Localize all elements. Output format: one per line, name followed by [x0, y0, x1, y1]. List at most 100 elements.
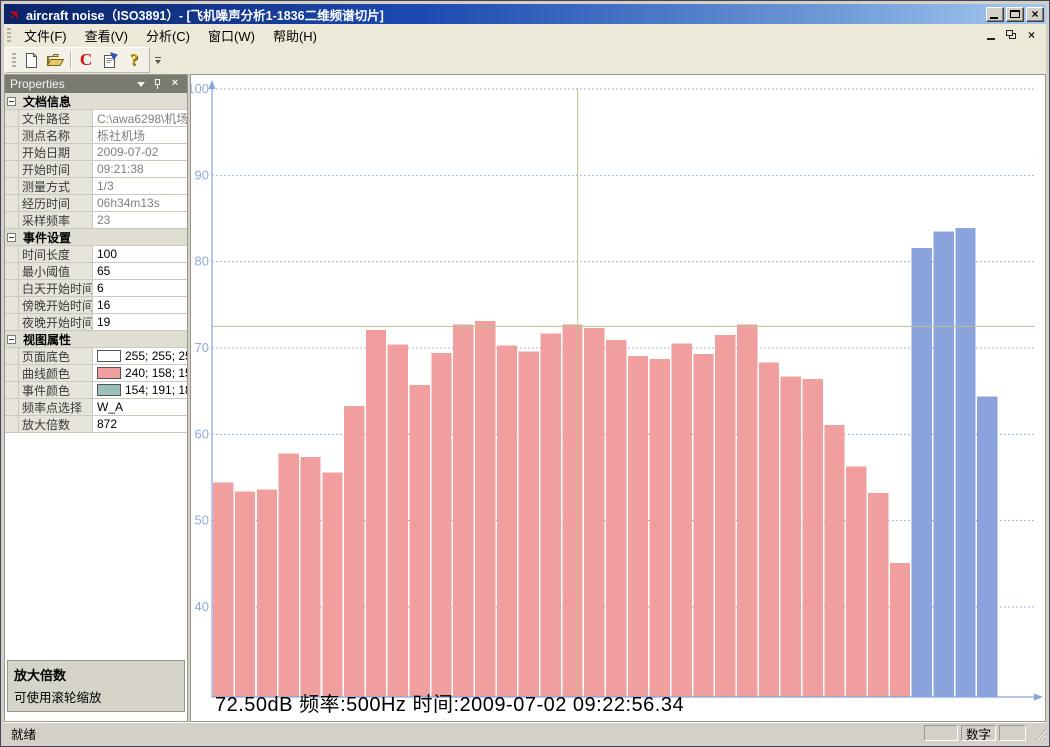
property-value[interactable]: 872	[93, 416, 187, 432]
spectrum-bar[interactable]	[868, 493, 888, 697]
event-bar[interactable]	[912, 248, 932, 697]
property-value[interactable]: 240; 158; 158	[93, 365, 187, 381]
open-file-button[interactable]	[43, 49, 67, 71]
panel-menu-button[interactable]	[134, 78, 148, 90]
spectrum-bar[interactable]	[781, 377, 801, 698]
color-swatch[interactable]	[97, 384, 121, 396]
menu-item-3[interactable]: 窗口(W)	[199, 24, 264, 47]
spectrum-bar[interactable]	[759, 363, 779, 697]
row-gutter	[5, 246, 19, 262]
property-label: 频率点选择	[19, 399, 93, 415]
close-icon: ×	[1027, 7, 1043, 22]
menu-item-2[interactable]: 分析(C)	[137, 24, 199, 47]
spectrum-bar[interactable]	[257, 490, 277, 697]
property-value[interactable]: 2009-07-02	[93, 144, 187, 160]
property-section-header[interactable]: 视图属性	[5, 331, 187, 348]
property-value[interactable]: 16	[93, 297, 187, 313]
property-value[interactable]: 100	[93, 246, 187, 262]
spectrum-bar[interactable]	[300, 457, 320, 697]
spectrum-bar[interactable]	[410, 385, 430, 697]
spectrum-bar[interactable]	[650, 359, 670, 697]
new-document-button[interactable]	[19, 49, 43, 71]
property-value[interactable]: W_A	[93, 399, 187, 415]
spectrum-bar[interactable]	[344, 406, 364, 697]
property-value[interactable]: C:\awa6298\机场	[93, 110, 187, 126]
property-value[interactable]: 1/3	[93, 178, 187, 194]
property-value[interactable]: 154; 191; 185	[93, 382, 187, 398]
maximize-button[interactable]	[1006, 7, 1024, 22]
spectrum-bar[interactable]	[519, 352, 539, 698]
spectrum-bar[interactable]	[388, 345, 408, 697]
menu-item-0[interactable]: 文件(F)	[15, 24, 76, 47]
spectrum-bar[interactable]	[606, 340, 626, 697]
panel-close-button[interactable]: ×	[168, 78, 182, 90]
spectrum-bar[interactable]	[562, 325, 582, 697]
spectrum-bar[interactable]	[475, 321, 495, 697]
collapse-minus-icon[interactable]	[7, 97, 16, 106]
property-value[interactable]: 255; 255; 255	[93, 348, 187, 364]
spectrum-bar[interactable]	[366, 330, 386, 697]
mdi-restore-button[interactable]	[1003, 28, 1020, 43]
property-value-text: 1/3	[97, 179, 114, 193]
status-panels: 数字	[921, 725, 1026, 741]
property-value[interactable]: 6	[93, 280, 187, 296]
toolbar-grip-handle[interactable]	[12, 53, 16, 68]
property-value[interactable]: 23	[93, 212, 187, 228]
mdi-minimize-button[interactable]	[983, 28, 1000, 43]
spectrum-bar[interactable]	[213, 483, 233, 697]
properties-button[interactable]	[98, 49, 122, 71]
spectrum-bar[interactable]	[584, 328, 604, 697]
spectrum-bar[interactable]	[322, 472, 342, 697]
property-section-header[interactable]: 事件设置	[5, 229, 187, 246]
help-button[interactable]: ?	[122, 49, 146, 71]
spectrum-bar[interactable]	[737, 325, 757, 697]
row-gutter	[5, 212, 19, 228]
spectrum-bar[interactable]	[235, 491, 255, 697]
spectrum-bar[interactable]	[431, 353, 451, 697]
spectrum-bar[interactable]	[453, 325, 473, 697]
spectrum-bar[interactable]	[890, 563, 910, 697]
toolbar-overflow-button[interactable]	[152, 49, 164, 71]
close-button[interactable]: ×	[1026, 7, 1044, 22]
spectrum-bar[interactable]	[824, 425, 844, 697]
menu-item-4[interactable]: 帮助(H)	[264, 24, 326, 47]
collapse-minus-icon[interactable]	[7, 335, 16, 344]
spectrum-chart[interactable]: 100908070605040	[191, 75, 1046, 723]
color-swatch[interactable]	[97, 367, 121, 379]
property-value[interactable]: 栎社机场	[93, 127, 187, 143]
spectrum-bar[interactable]	[497, 345, 517, 697]
spectrum-bar[interactable]	[693, 354, 713, 697]
minimize-button[interactable]	[986, 7, 1004, 22]
status-panel-1: 数字	[961, 725, 996, 741]
property-value[interactable]: 19	[93, 314, 187, 330]
color-swatch[interactable]	[97, 350, 121, 362]
spectrum-bar[interactable]	[541, 333, 561, 697]
menu-grip-handle[interactable]	[7, 28, 11, 43]
menu-items: 文件(F)查看(V)分析(C)窗口(W)帮助(H)	[15, 24, 326, 47]
spectrum-bar[interactable]	[715, 335, 735, 697]
event-bar[interactable]	[934, 232, 954, 698]
resize-grip[interactable]	[1032, 725, 1046, 741]
spectrum-bar[interactable]	[846, 466, 866, 697]
title-bar: ✈ aircraft noise（ISO3891）- [飞机噪声分析1-1836…	[4, 4, 1046, 24]
collapse-minus-icon[interactable]	[7, 233, 16, 242]
event-bar[interactable]	[977, 396, 997, 697]
analysis-button[interactable]: C	[74, 49, 98, 71]
property-value-text: W_A	[97, 400, 123, 414]
event-bar[interactable]	[955, 228, 975, 697]
section-gutter	[5, 331, 19, 347]
property-value[interactable]: 09:21:38	[93, 161, 187, 177]
menu-item-1[interactable]: 查看(V)	[76, 24, 137, 47]
mdi-close-button[interactable]: ×	[1023, 28, 1040, 43]
app-airplane-icon: ✈	[4, 3, 27, 26]
property-value[interactable]: 65	[93, 263, 187, 279]
spectrum-bar[interactable]	[628, 356, 648, 697]
spectrum-bar[interactable]	[279, 453, 299, 697]
property-section-header[interactable]: 文档信息	[5, 93, 187, 110]
property-label: 放大倍数	[19, 416, 93, 432]
row-gutter	[5, 416, 19, 432]
panel-pin-button[interactable]	[151, 78, 165, 90]
property-value[interactable]: 06h34m13s	[93, 195, 187, 211]
spectrum-bar[interactable]	[803, 379, 823, 697]
spectrum-bar[interactable]	[672, 344, 692, 697]
